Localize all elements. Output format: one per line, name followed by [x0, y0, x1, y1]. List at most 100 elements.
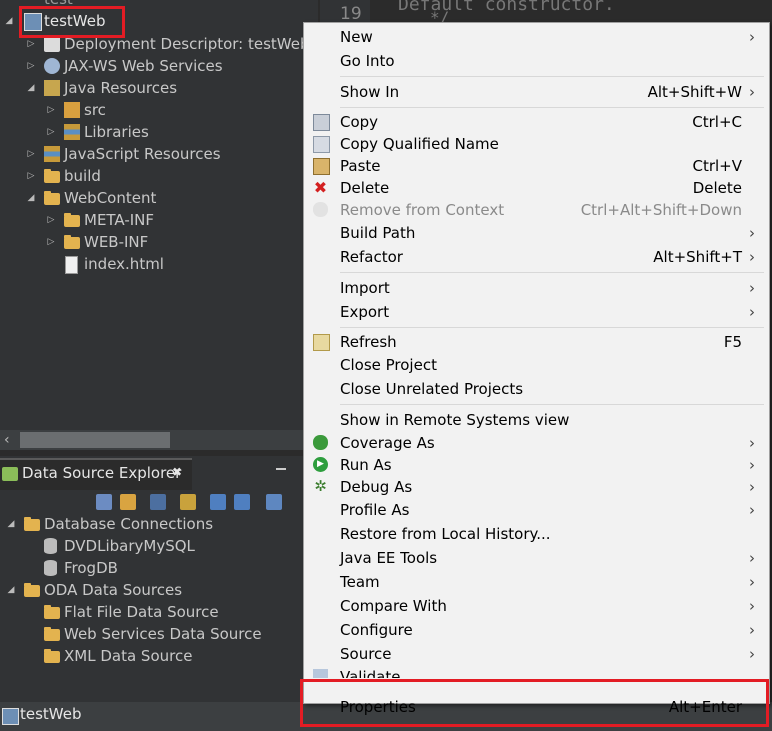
- tree-item-flat-file[interactable]: Flat File Data Source: [0, 601, 303, 623]
- scrollbar-thumb[interactable]: [20, 432, 170, 448]
- copy-qualified-name-icon: [313, 136, 330, 153]
- expand-triangle-icon[interactable]: ◢: [6, 513, 16, 535]
- menu-item-coverage-as[interactable]: Coverage As ›: [304, 432, 769, 454]
- link-editor-icon[interactable]: [120, 494, 136, 510]
- scroll-left-icon[interactable]: ‹: [4, 430, 10, 450]
- chevron-right-icon: ›: [749, 434, 755, 452]
- collapse-triangle-icon[interactable]: ▷: [26, 143, 36, 165]
- menu-item-source[interactable]: Source ›: [304, 643, 769, 665]
- tree-item-oda-data-sources[interactable]: ◢ ODA Data Sources: [0, 579, 303, 601]
- collapse-triangle-icon[interactable]: ▷: [26, 55, 36, 77]
- close-icon[interactable]: ✖: [172, 465, 182, 479]
- menu-item-compare-with[interactable]: Compare With ›: [304, 595, 769, 617]
- menu-separator: [340, 327, 764, 328]
- copy-icon: [313, 114, 330, 131]
- menu-item-show-in[interactable]: Show In Alt+Shift+W ›: [304, 81, 769, 103]
- menu-item-go-into[interactable]: Go Into: [304, 50, 769, 72]
- menu-item-remove-from-context: Remove from Context Ctrl+Alt+Shift+Down: [304, 199, 769, 221]
- tree-item-xml-ds[interactable]: XML Data Source: [0, 645, 303, 667]
- source-folder-icon: [64, 102, 80, 118]
- collapse-triangle-icon[interactable]: ▷: [26, 165, 36, 187]
- menu-item-refactor[interactable]: Refactor Alt+Shift+T ›: [304, 246, 769, 268]
- tab-data-source-explorer[interactable]: Data Source Explorer ✖: [0, 458, 192, 490]
- validate-icon: [313, 669, 328, 678]
- tree-item-index-html[interactable]: index.html: [0, 253, 318, 275]
- tree-item-web-services-ds[interactable]: Web Services Data Source: [0, 623, 303, 645]
- collapse-triangle-icon[interactable]: ▷: [46, 99, 56, 121]
- menu-item-delete[interactable]: ✖ Delete Delete: [304, 177, 769, 199]
- menu-item-paste[interactable]: Paste Ctrl+V: [304, 155, 769, 177]
- expand-triangle-icon[interactable]: ◢: [4, 10, 14, 32]
- chevron-right-icon: ›: [749, 303, 755, 321]
- folder-open-icon: [24, 517, 40, 531]
- remove-context-icon: [313, 202, 328, 217]
- expand-triangle-icon[interactable]: ◢: [26, 77, 36, 99]
- menu-item-copy[interactable]: Copy Ctrl+C: [304, 111, 769, 133]
- menu-item-import[interactable]: Import ›: [304, 277, 769, 299]
- expand-triangle-icon[interactable]: ◢: [6, 579, 16, 601]
- tree-item-libraries[interactable]: ▷ Libraries: [0, 121, 318, 143]
- folder-icon: [44, 169, 60, 183]
- collapse-triangle-icon[interactable]: ▷: [46, 209, 56, 231]
- menu-item-validate[interactable]: Validate: [304, 666, 769, 678]
- tree-item-web-inf[interactable]: ▷ WEB-INF: [0, 231, 318, 253]
- menu-item-java-ee-tools[interactable]: Java EE Tools ›: [304, 547, 769, 569]
- chevron-right-icon: ›: [749, 597, 755, 615]
- tree-item-build[interactable]: ▷ build: [0, 165, 318, 187]
- menu-separator: [340, 404, 764, 405]
- menu-item-build-path[interactable]: Build Path ›: [304, 222, 769, 244]
- expand-triangle-icon[interactable]: ◢: [26, 187, 36, 209]
- html-file-icon: [65, 256, 78, 274]
- tree-item-javascript-resources[interactable]: ▷ JavaScript Resources: [0, 143, 318, 165]
- tree-item-src[interactable]: ▷ src: [0, 99, 318, 121]
- chevron-right-icon: ›: [749, 224, 755, 242]
- view-menu-icon[interactable]: [266, 494, 282, 510]
- folder-icon: [64, 235, 80, 249]
- export-profile-icon[interactable]: [234, 494, 250, 510]
- database-icon: [44, 560, 57, 576]
- delete-icon: ✖: [313, 178, 328, 197]
- tree-item-meta-inf[interactable]: ▷ META-INF: [0, 209, 318, 231]
- menu-item-debug-as[interactable]: ✲ Debug As ›: [304, 476, 769, 498]
- tree-item-jaxws[interactable]: ▷ JAX-WS Web Services: [0, 55, 318, 77]
- tree-item-webcontent[interactable]: ◢ WebContent: [0, 187, 318, 209]
- minimize-icon[interactable]: [276, 468, 286, 470]
- collapse-triangle-icon[interactable]: ▷: [46, 231, 56, 253]
- menu-item-export[interactable]: Export ›: [304, 301, 769, 323]
- coverage-icon: [313, 435, 328, 450]
- menu-item-close-project[interactable]: Close Project: [304, 354, 769, 376]
- project-explorer: test ◢ testWeb ▷ Deployment Descriptor: …: [0, 0, 318, 430]
- tree-item-database-connections[interactable]: ◢ Database Connections: [0, 513, 303, 535]
- menu-item-restore-local-history[interactable]: Restore from Local History...: [304, 523, 769, 545]
- menu-item-new[interactable]: New ›: [304, 26, 769, 48]
- menu-item-close-unrelated[interactable]: Close Unrelated Projects: [304, 378, 769, 400]
- menu-separator: [340, 76, 764, 77]
- highlight-box-properties: [300, 679, 769, 727]
- chevron-right-icon: ›: [749, 83, 755, 101]
- collapse-all-icon[interactable]: [96, 494, 112, 510]
- menu-item-show-remote-systems[interactable]: Show in Remote Systems view: [304, 409, 769, 431]
- import-profile-icon[interactable]: [210, 494, 226, 510]
- menu-item-team[interactable]: Team ›: [304, 571, 769, 593]
- new-connection-icon[interactable]: [150, 494, 166, 510]
- deployment-descriptor-icon: [44, 36, 60, 52]
- menu-item-run-as[interactable]: ▶ Run As ›: [304, 454, 769, 476]
- chevron-right-icon: ›: [749, 549, 755, 567]
- database-icon: [44, 538, 57, 554]
- tree-item-dvdlibarymysql[interactable]: DVDLibaryMySQL: [0, 535, 303, 557]
- menu-item-configure[interactable]: Configure ›: [304, 619, 769, 641]
- collapse-triangle-icon[interactable]: ▷: [46, 121, 56, 143]
- menu-item-refresh[interactable]: Refresh F5: [304, 331, 769, 353]
- context-menu: New › Go Into Show In Alt+Shift+W › Copy Ctr…: [303, 22, 770, 716]
- tree-item-java-resources[interactable]: ◢ Java Resources: [0, 77, 318, 99]
- horizontal-scrollbar[interactable]: ‹: [0, 430, 318, 450]
- menu-separator: [340, 107, 764, 108]
- bug-icon: ✲: [314, 477, 327, 495]
- javascript-resources-icon: [44, 146, 60, 162]
- folder-open-icon: [44, 191, 60, 205]
- menu-item-copy-qualified-name[interactable]: Copy Qualified Name: [304, 133, 769, 155]
- connect-icon[interactable]: [180, 494, 196, 510]
- menu-item-profile-as[interactable]: Profile As ›: [304, 499, 769, 521]
- tree-item-frogdb[interactable]: FrogDB: [0, 557, 303, 579]
- dse-toolbar: [90, 490, 312, 514]
